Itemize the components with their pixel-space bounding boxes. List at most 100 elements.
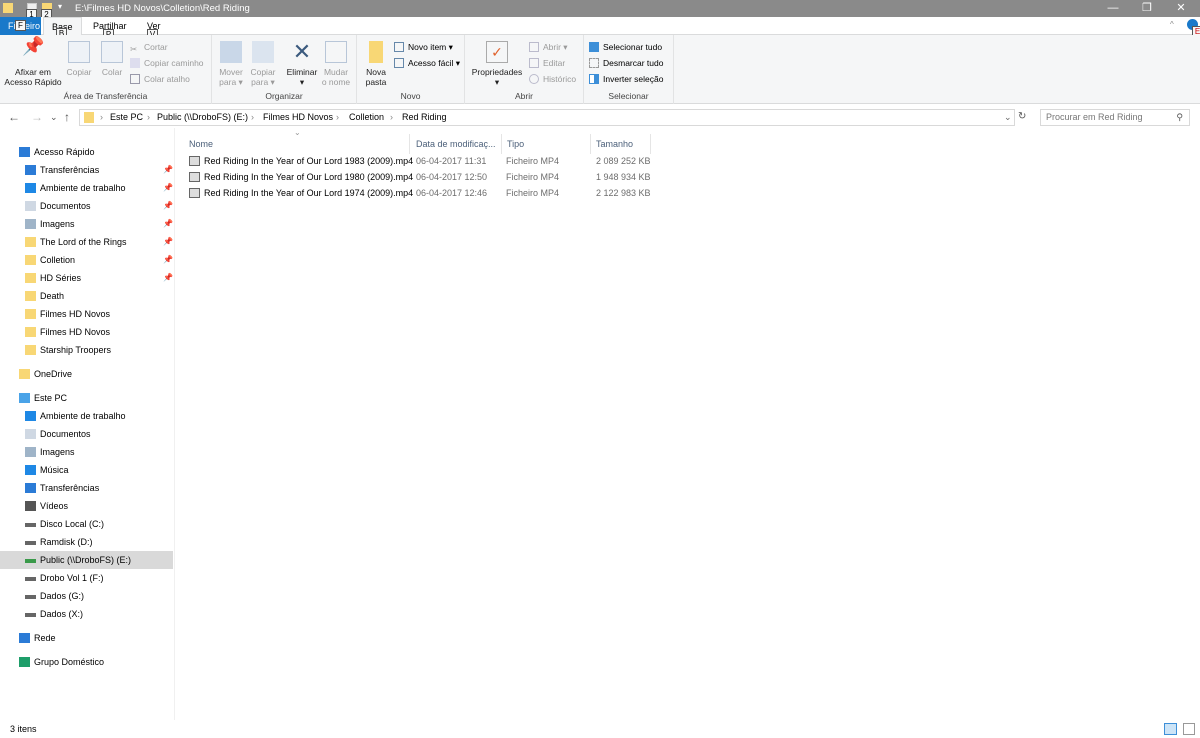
pin-quick-access-button[interactable]: 📌 Afixar em Acesso Rápido	[4, 37, 62, 87]
sidebar-item[interactable]: Colletion 📌	[0, 251, 173, 269]
sidebar-item[interactable]: Vídeos	[0, 497, 173, 515]
breadcrumb-item[interactable]: Este PC	[110, 110, 143, 125]
label: Editar	[543, 58, 566, 68]
select-none-button[interactable]: Desmarcar tudo	[589, 56, 663, 70]
cut-button[interactable]: ✂ Cortar	[130, 40, 168, 54]
breadcrumb-item[interactable]: Red Riding	[402, 110, 447, 125]
file-row[interactable]: Red Riding In the Year of Our Lord 1974 …	[186, 185, 656, 201]
collapse-ribbon-icon[interactable]: ^	[1170, 20, 1174, 29]
label: Selecionar tudo	[603, 42, 663, 52]
sidebar-item[interactable]: Public (\\DroboFS) (E:)	[0, 551, 173, 569]
group-label: Área de Transferência	[63, 91, 148, 101]
rename-button[interactable]: Mudar o nome	[320, 41, 352, 87]
desktop-icon	[25, 411, 36, 421]
sidebar-item-label: Ambiente de trabalho	[40, 411, 126, 421]
forward-button[interactable]: →	[31, 110, 43, 124]
sidebar-item[interactable]: Drobo Vol 1 (F:)	[0, 569, 173, 587]
copy-button[interactable]: Copiar	[64, 41, 94, 77]
minimize-button[interactable]: —	[1098, 0, 1128, 17]
sidebar-item[interactable]: Este PC	[0, 389, 173, 407]
sidebar-item[interactable]: Acesso Rápido	[0, 143, 173, 161]
sidebar-item[interactable]: Dados (X:)	[0, 605, 173, 623]
sidebar-item[interactable]: The Lord of the Rings 📌	[0, 233, 173, 251]
sidebar-item[interactable]: Grupo Doméstico	[0, 653, 173, 671]
new-item-button[interactable]: Novo item ▾	[394, 40, 453, 54]
sidebar-item[interactable]: Ambiente de trabalho	[0, 407, 173, 425]
sidebar-item[interactable]: Imagens 📌	[0, 215, 173, 233]
pin-icon[interactable]: 📌	[163, 215, 173, 233]
file-row[interactable]: Red Riding In the Year of Our Lord 1983 …	[186, 153, 656, 169]
sidebar-item[interactable]: Documentos 📌	[0, 197, 173, 215]
up-button[interactable]: ↑	[64, 110, 70, 124]
breadcrumb-item[interactable]: Public (\\DroboFS) (E:)	[157, 110, 248, 125]
large-icons-view-button[interactable]	[1183, 723, 1195, 735]
sidebar-item[interactable]: Imagens	[0, 443, 173, 461]
column-header-name[interactable]: Nome	[184, 134, 410, 154]
customize-toolbar-icon[interactable]: ▾	[58, 2, 62, 11]
pin-icon[interactable]: 📌	[163, 197, 173, 215]
search-input[interactable]: Procurar em Red Riding ⚲	[1040, 109, 1190, 126]
copy-to-button[interactable]: Copiar para ▾	[248, 41, 278, 87]
sidebar-item[interactable]: OneDrive	[0, 365, 173, 383]
folder-icon	[25, 327, 36, 337]
sidebar-item[interactable]: Disco Local (C:)	[0, 515, 173, 533]
easy-access-button[interactable]: Acesso fácil ▾	[394, 56, 460, 70]
address-dropdown-button[interactable]: ⌄	[1004, 110, 1012, 125]
pin-icon[interactable]: 📌	[163, 161, 173, 179]
sidebar-item-label: Death	[40, 291, 65, 301]
title-bar: 1 2 ▾ E:\Filmes HD Novos\Colletion\Red R…	[0, 0, 1200, 20]
properties-button[interactable]: ✓ Propriedades ▾	[469, 41, 525, 87]
breadcrumb-item[interactable]: Colletion	[349, 110, 384, 125]
sidebar-item[interactable]: Rede	[0, 629, 173, 647]
pictures-icon	[25, 219, 36, 229]
column-header-size[interactable]: Tamanho	[591, 134, 651, 154]
edit-icon	[529, 58, 539, 68]
pin-icon[interactable]: 📌	[163, 179, 173, 197]
address-bar[interactable]: › Este PC › Public (\\DroboFS) (E:) › Fi…	[79, 109, 1015, 126]
new-folder-button[interactable]: Nova pasta	[361, 41, 391, 87]
sidebar-item-label: Dados (X:)	[40, 609, 84, 619]
select-all-button[interactable]: Selecionar tudo	[589, 40, 662, 54]
column-header-date[interactable]: Data de modificaç...	[411, 134, 502, 154]
copy-path-button[interactable]: Copiar caminho	[130, 56, 204, 70]
sidebar-item-label: Public (\\DroboFS) (E:)	[40, 555, 132, 565]
sidebar-item[interactable]: Starship Troopers	[0, 341, 173, 359]
maximize-button[interactable]: ❐	[1132, 0, 1162, 17]
sidebar-item[interactable]: Death	[0, 287, 173, 305]
details-view-button[interactable]	[1164, 723, 1177, 735]
edit-button[interactable]: Editar	[529, 56, 565, 70]
pin-icon[interactable]: 📌	[163, 269, 173, 287]
label: Cortar	[144, 42, 168, 52]
history-button[interactable]: Histórico	[529, 72, 576, 86]
sidebar-item[interactable]: Transferências 📌	[0, 161, 173, 179]
sidebar-item[interactable]: Documentos	[0, 425, 173, 443]
star-icon	[19, 147, 30, 157]
close-button[interactable]: ✕	[1166, 0, 1196, 17]
sidebar-item[interactable]: Ramdisk (D:)	[0, 533, 173, 551]
sidebar-item[interactable]: Dados (G:)	[0, 587, 173, 605]
invert-selection-button[interactable]: Inverter seleção	[589, 72, 663, 86]
sidebar-item[interactable]: Filmes HD Novos	[0, 305, 173, 323]
delete-button[interactable]: ✕ Eliminar ▾	[284, 41, 320, 88]
file-row[interactable]: Red Riding In the Year of Our Lord 1980 …	[186, 169, 656, 185]
refresh-button[interactable]: ↻	[1018, 110, 1026, 124]
paste-button[interactable]: Colar	[98, 41, 126, 77]
file-date: 06-04-2017 12:50	[416, 172, 488, 182]
pin-icon[interactable]: 📌	[163, 233, 173, 251]
sidebar-item[interactable]: Transferências	[0, 479, 173, 497]
sidebar-item[interactable]: Filmes HD Novos	[0, 323, 173, 341]
sidebar-item[interactable]: Música	[0, 461, 173, 479]
paste-shortcut-button[interactable]: Colar atalho	[130, 72, 190, 86]
back-button[interactable]: ←	[8, 110, 20, 124]
group-label: Abrir	[515, 91, 533, 101]
breadcrumb-item[interactable]: Filmes HD Novos	[263, 110, 333, 125]
recent-locations-button[interactable]: ⌄	[50, 110, 58, 124]
label: Novo item ▾	[408, 42, 453, 52]
pin-icon[interactable]: 📌	[163, 251, 173, 269]
open-button[interactable]: Abrir ▾	[529, 40, 568, 54]
column-header-type[interactable]: Tipo	[502, 134, 591, 154]
documents-icon	[25, 201, 36, 211]
move-to-button[interactable]: Mover para ▾	[216, 41, 246, 87]
sidebar-item[interactable]: HD Séries 📌	[0, 269, 173, 287]
sidebar-item[interactable]: Ambiente de trabalho 📌	[0, 179, 173, 197]
